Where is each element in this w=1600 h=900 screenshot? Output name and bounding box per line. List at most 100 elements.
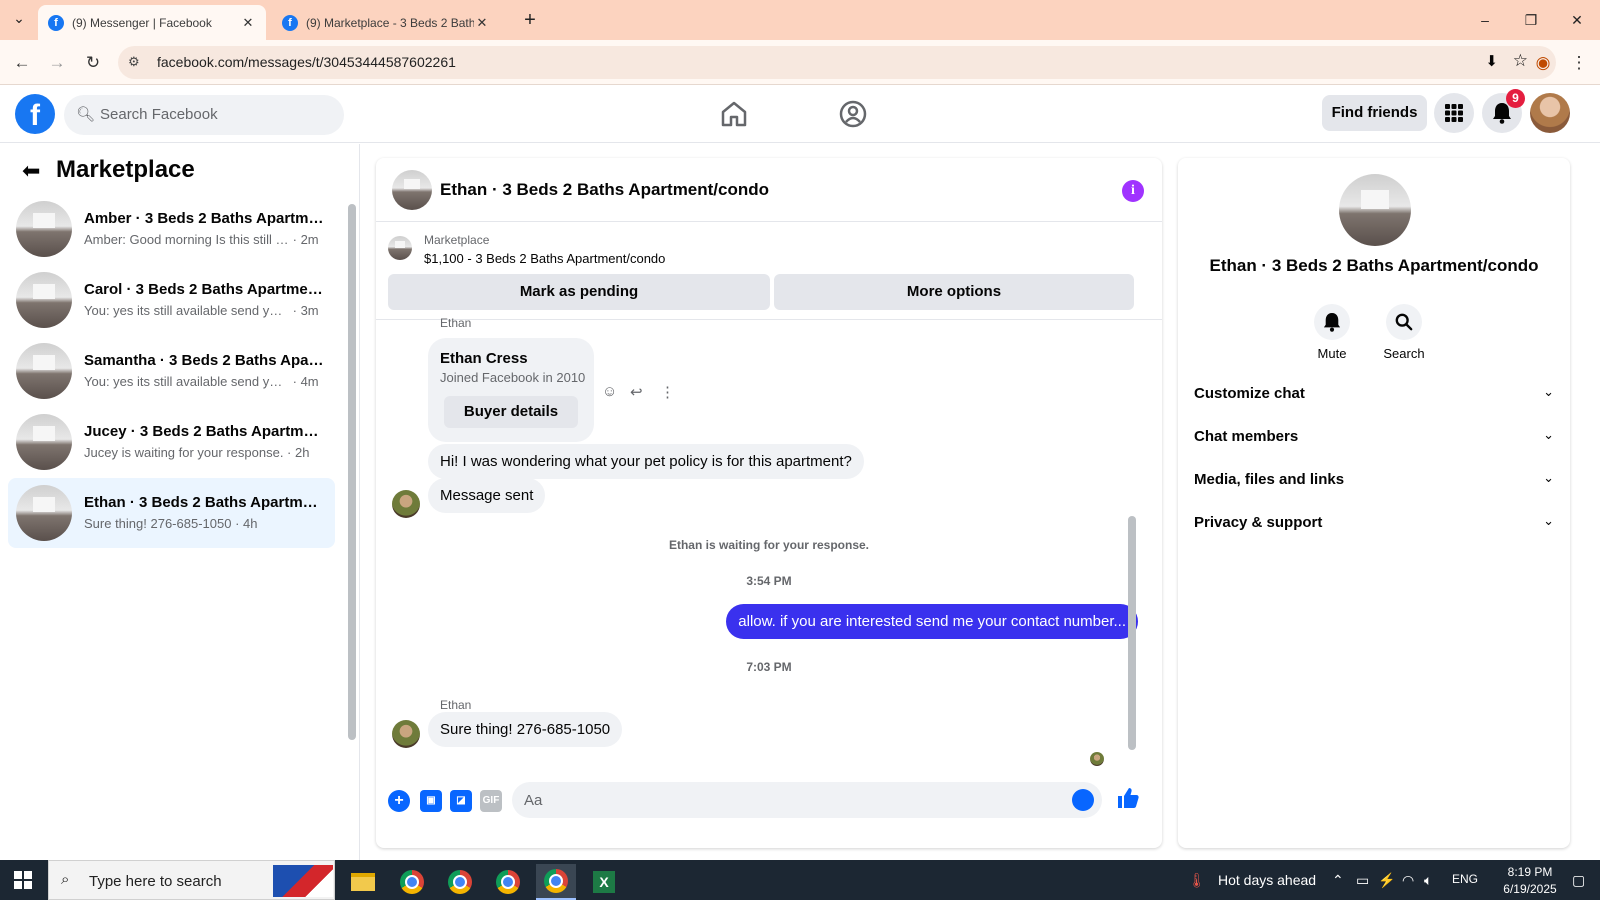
taskbar-search-input[interactable]: ⌕ Type here to search <box>48 860 335 900</box>
home-icon[interactable] <box>718 98 750 130</box>
conversation-item-amber[interactable]: Amber · 3 Beds 2 Baths Apartment/condo A… <box>8 194 335 264</box>
search-conversation-button[interactable] <box>1386 304 1422 340</box>
listing-thumbnail <box>16 414 72 470</box>
weather-icon[interactable]: 🌡 <box>1188 872 1206 889</box>
reload-icon[interactable]: ↻ <box>80 50 106 76</box>
facebook-favicon-icon: f <box>48 14 64 31</box>
message-bubble[interactable]: Sure thing! 276-685-1050 <box>428 712 623 747</box>
tab-marketplace[interactable]: f (9) Marketplace - 3 Beds 2 Baths ✕ <box>272 5 500 40</box>
chrome-app-icon[interactable] <box>392 864 432 900</box>
menu-grid-button[interactable] <box>1434 93 1474 133</box>
profile-icon[interactable]: ◉ <box>1530 50 1556 76</box>
conversation-item-carol[interactable]: Carol · 3 Beds 2 Baths Apartment/condo Y… <box>8 265 335 335</box>
chat-title[interactable]: Ethan · 3 Beds 2 Baths Apartment/condo <box>440 180 769 200</box>
minimize-icon[interactable]: – <box>1470 8 1500 32</box>
privacy-support-row[interactable]: Privacy & support ⌄ <box>1194 503 1554 543</box>
url-text: facebook.com/messages/t/3045344458760226… <box>157 54 456 70</box>
chat-members-row[interactable]: Chat members ⌄ <box>1194 417 1554 457</box>
react-icon[interactable]: ☺ <box>602 383 617 400</box>
preview-text: You: yes its still available send your c… <box>84 374 289 389</box>
my-message-bubble[interactable]: allow. if you are interested send me you… <box>726 604 1138 639</box>
meet-icon[interactable]: ▭ <box>1356 872 1369 889</box>
language-indicator[interactable]: ENG <box>1452 872 1478 886</box>
info-icon[interactable]: i <box>1122 180 1144 202</box>
listing-price-title[interactable]: $1,100 - 3 Beds 2 Baths Apartment/condo <box>424 251 665 266</box>
buyer-name: Ethan Cress <box>440 350 528 367</box>
new-tab-icon[interactable]: + <box>515 8 545 32</box>
sender-avatar[interactable] <box>392 720 420 748</box>
conversation-preview: Jucey is waiting for your response. · 2h <box>84 445 310 460</box>
close-tab-icon[interactable]: ✕ <box>474 15 490 31</box>
show-hidden-icons-icon[interactable]: ⌃ <box>1332 872 1344 889</box>
facebook-header: f 🔍︎ Search Facebook Find friends 9 <box>0 85 1600 143</box>
more-options-button[interactable]: More options <box>774 274 1134 310</box>
reply-icon[interactable]: ↩ <box>630 383 643 401</box>
search-facebook-input[interactable]: 🔍︎ Search Facebook <box>64 95 344 135</box>
notification-count-badge: 9 <box>1506 89 1525 108</box>
thumbs-up-icon[interactable] <box>1116 786 1140 810</box>
tab-messenger[interactable]: f (9) Messenger | Facebook ✕ <box>38 5 266 40</box>
clock-time[interactable]: 8:19 PM <box>1500 865 1560 879</box>
windows-start-icon[interactable] <box>14 871 32 889</box>
chrome-app-icon[interactable] <box>440 864 480 900</box>
sender-avatar[interactable] <box>392 490 420 518</box>
more-actions-icon[interactable]: ⋮ <box>660 383 675 401</box>
file-explorer-icon[interactable] <box>343 864 383 900</box>
search-highlight-image <box>273 865 333 897</box>
buyer-joined: Joined Facebook in 2010 <box>440 370 586 385</box>
read-receipt-avatar <box>1090 752 1104 766</box>
facebook-logo-icon[interactable]: f <box>15 94 55 134</box>
plus-icon[interactable]: + <box>388 790 410 812</box>
mark-as-pending-button[interactable]: Mark as pending <box>388 274 770 310</box>
conversation-name: Amber · 3 Beds 2 Baths Apartment/condo <box>84 210 324 227</box>
bookmark-star-icon[interactable]: ☆ <box>1513 51 1528 71</box>
search-icon: 🔍︎ <box>76 106 96 123</box>
clock-date[interactable]: 6/19/2025 <box>1490 882 1570 896</box>
listing-thumbnail[interactable] <box>392 170 432 210</box>
site-info-icon[interactable]: ⚙ <box>128 54 140 70</box>
gif-icon[interactable]: GIF <box>480 790 502 812</box>
wifi-icon[interactable]: ◠ <box>1402 872 1414 889</box>
message-input[interactable]: Aa <box>512 782 1102 818</box>
preview-text: Sure thing! 276-685-1050 <box>84 516 232 531</box>
conversation-item-samantha[interactable]: Samantha · 3 Beds 2 Baths Apartment/cond… <box>8 336 335 406</box>
power-icon[interactable]: ⚡ <box>1378 872 1395 889</box>
windows-taskbar: ⌕ Type here to search X 🌡 Hot days ahead… <box>0 860 1600 900</box>
photo-icon[interactable]: ▣ <box>420 790 442 812</box>
mute-label: Mute <box>1317 346 1347 361</box>
mute-button[interactable] <box>1314 304 1350 340</box>
message-bubble[interactable]: Message sent <box>428 478 546 513</box>
weather-text[interactable]: Hot days ahead <box>1218 872 1316 888</box>
notification-center-icon[interactable]: ▢ <box>1572 872 1585 889</box>
conversation-item-ethan[interactable]: Ethan · 3 Beds 2 Baths Apartment/condo S… <box>8 478 335 548</box>
find-friends-button[interactable]: Find friends <box>1322 95 1427 131</box>
excel-app-icon[interactable]: X <box>584 864 624 900</box>
tab-search-icon[interactable]: ⌄ <box>4 6 34 30</box>
groups-icon[interactable] <box>837 98 869 130</box>
buyer-details-button[interactable]: Buyer details <box>444 396 578 428</box>
chrome-app-icon[interactable] <box>536 864 576 900</box>
sidebar-scrollbar[interactable] <box>348 204 356 740</box>
conversation-item-jucey[interactable]: Jucey · 3 Beds 2 Baths Apartment/condo J… <box>8 407 335 477</box>
chat-scrollbar[interactable] <box>1128 516 1136 750</box>
close-tab-icon[interactable]: ✕ <box>240 15 256 31</box>
emoji-icon[interactable] <box>1072 789 1094 811</box>
listing-thumbnail[interactable] <box>1339 174 1411 246</box>
restore-icon[interactable]: ❐ <box>1516 8 1546 32</box>
media-files-links-row[interactable]: Media, files and links ⌄ <box>1194 460 1554 500</box>
forward-icon[interactable]: → <box>44 50 70 76</box>
customize-chat-row[interactable]: Customize chat ⌄ <box>1194 374 1554 414</box>
account-avatar[interactable] <box>1530 93 1570 133</box>
install-app-icon[interactable]: ⬇ <box>1485 52 1498 70</box>
info-title: Ethan · 3 Beds 2 Baths Apartment/condo <box>1209 256 1539 275</box>
browser-menu-icon[interactable]: ⋮ <box>1566 50 1592 76</box>
chrome-app-icon[interactable] <box>488 864 528 900</box>
address-bar[interactable]: ⚙ facebook.com/messages/t/30453444587602… <box>118 46 1556 79</box>
close-window-icon[interactable]: ✕ <box>1562 8 1592 32</box>
sticker-icon[interactable]: ◪ <box>450 790 472 812</box>
back-icon[interactable]: ← <box>9 50 35 76</box>
volume-icon[interactable]: 🔈︎ <box>1424 872 1432 889</box>
back-arrow-icon[interactable]: ⬅ <box>22 158 40 184</box>
message-bubble[interactable]: Hi! I was wondering what your pet policy… <box>428 444 864 479</box>
timestamp: 7:03 PM <box>746 660 792 674</box>
